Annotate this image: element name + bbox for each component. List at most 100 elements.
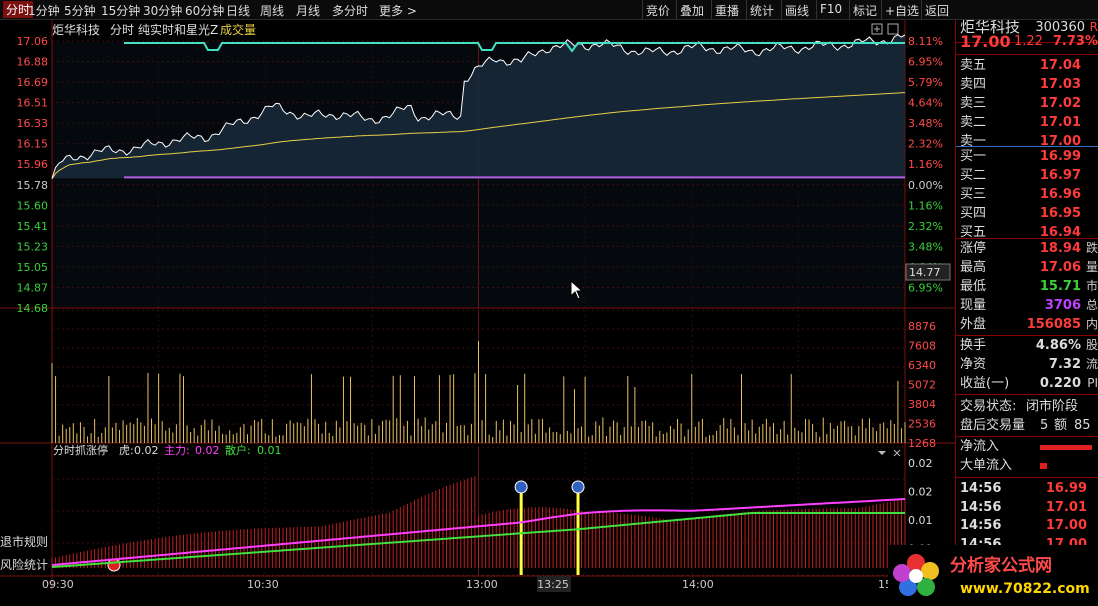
bid-price: 16.96 [1039,187,1081,202]
price-tick: 14.87 [17,281,49,294]
net-inflow-bar [1040,445,1092,450]
price-tick: 17.06 [17,35,49,48]
bid-row: 买一 16.99 [956,147,1098,166]
ask-label: 卖五 [960,58,987,73]
indicator-title: 分时抓涨停 [53,443,108,457]
bid-price: 16.99 [1039,149,1081,164]
stat-value: 17.06 [1039,260,1081,275]
stat2-row: 收益(一) 0.220 PI [956,374,1098,393]
toolbar-separator [642,0,643,20]
stat-label: 最低 [960,279,987,294]
toolbar-separator [711,0,712,20]
indicator-retail-label: 散户: [225,443,251,457]
stat-row: 涨停 18.94 跌 [956,239,1098,258]
pct-tick: 5.79% [908,76,943,89]
period-toolbar: 分时 1分钟 5分钟 15分钟 30分钟 60分钟 日线 周线 月线 多分时 更多 > 竞价 叠加 重播统… [0,0,1098,20]
ask-row: 卖四 17.03 [956,75,1098,94]
price-tick: 15.05 [17,261,49,274]
intraday-chart[interactable]: 17.06 16.88 16.69 16.51 16.33 16.15 15.96 15.78… [0,20,955,606]
price-tick: 16.15 [17,138,49,151]
stat-suffix: 市 [1085,279,1098,293]
quote-last-price: 17.00 [960,32,1011,51]
stat-row: 外盘 156085 内 [956,315,1098,334]
chart-mode: 分时 [110,23,134,37]
toolbar-separator [781,0,782,20]
toolbar-action-4[interactable]: 画线 [785,2,809,19]
toolbar-action-5[interactable]: F10 [820,2,842,16]
risk-statistics-link[interactable]: 风险统计 [0,556,49,573]
stat2-value: 7.32 [1048,357,1081,372]
period-tab-9[interactable]: 多分时 [332,2,368,19]
pct-tick: 0.00% [908,179,943,192]
quote-panel: 炬华科技 300360 R 17.00 1.22 7.73% 卖五 17.04 卖四 17.03 卖… [955,20,1098,590]
period-tab-4[interactable]: 30分钟 [143,2,182,19]
pct-tick: 2.32% [908,138,943,151]
stat-value: 156085 [1026,317,1081,332]
signal-marker-bar [519,487,523,575]
start-marker-icon [107,558,121,572]
period-tab-6[interactable]: 日线 [226,2,250,19]
toolbar-separator [746,0,747,20]
period-tab-7[interactable]: 周线 [260,2,284,19]
indicator-tick: 0.02 [908,457,933,470]
period-tab-1[interactable]: 1分钟 [28,2,60,19]
stat2-suffix: PI [1087,376,1098,390]
tick-price: 16.99 [1045,481,1087,496]
ask-label: 卖四 [960,77,987,92]
period-tab-10[interactable]: 更多 > [379,2,417,19]
quote-price-row: 17.00 1.22 7.73% [956,32,1098,51]
volume-tick: 3804 [908,398,936,411]
stat2-label: 换手 [960,338,987,353]
tick-time: 14:56 [960,499,1002,515]
period-tab-2[interactable]: 5分钟 [64,2,96,19]
tick-price: 17.00 [1045,518,1087,533]
cursor-price: 14.77 [909,266,941,279]
big-order-row: 大单流入 [956,456,1098,475]
signal-marker-icon [571,480,585,494]
price-tick: 14.68 [17,302,49,315]
toolbar-separator [921,0,922,20]
stat2-value: 4.86% [1035,338,1081,353]
pct-tick: 3.48% [908,240,943,253]
delisting-rules-link[interactable]: 退市规则 [0,533,49,550]
quote-change: 1.22 [1014,34,1043,49]
toolbar-separator [849,0,850,20]
toolbar-action-8[interactable]: 返回 [925,2,949,19]
period-tab-3[interactable]: 15分钟 [101,2,140,19]
stat2-value: 0.220 [1039,376,1081,391]
toolbar-action-2[interactable]: 重播 [715,2,739,19]
pct-tick: 8.11% [908,35,943,48]
bid-label: 买四 [960,206,987,221]
period-tab-8[interactable]: 月线 [296,2,320,19]
ask-price: 17.01 [1039,115,1081,130]
indicator-tiger-label: 虎: [119,444,134,457]
stat-label: 涨停 [960,241,987,256]
toolbar-action-7[interactable]: +自选 [885,2,919,19]
after-hours-value: 5 [1040,418,1049,433]
stat-suffix: 跌 [1085,241,1098,255]
stat2-label: 收益(一) [960,376,1010,391]
pct-tick: 2.32% [908,220,943,233]
tick-time: 14:56 [960,518,1002,533]
ask-price: 17.02 [1039,96,1081,111]
pct-tick: 6.95% [908,281,943,294]
trade-status-label: 交易状态: [960,399,1017,414]
period-tab-5[interactable]: 60分钟 [185,2,224,19]
stat-label: 外盘 [960,317,987,332]
toolbar-action-0[interactable]: 竞价 [646,2,670,19]
toolbar-action-6[interactable]: 标记 [853,2,877,19]
stat-value: 15.71 [1039,279,1081,294]
toolbar-action-3[interactable]: 统计 [750,2,774,19]
ask-price: 17.03 [1039,77,1081,92]
pct-tick: 4.64% [908,97,943,110]
bid-price: 16.97 [1039,168,1081,183]
quote-pct: 7.73% [1052,34,1098,49]
toolbar-separator [881,0,882,20]
stat-value: 18.94 [1039,241,1081,256]
after-hours-amount-label: 额 [1054,418,1068,433]
trade-status-row: 交易状态: 闭市阶段 [956,397,1098,416]
toolbar-action-1[interactable]: 叠加 [680,2,704,19]
stat2-row: 换手 4.86% 股 [956,336,1098,355]
bid-row: 买三 16.96 [956,185,1098,204]
stat-value: 3706 [1044,298,1081,313]
